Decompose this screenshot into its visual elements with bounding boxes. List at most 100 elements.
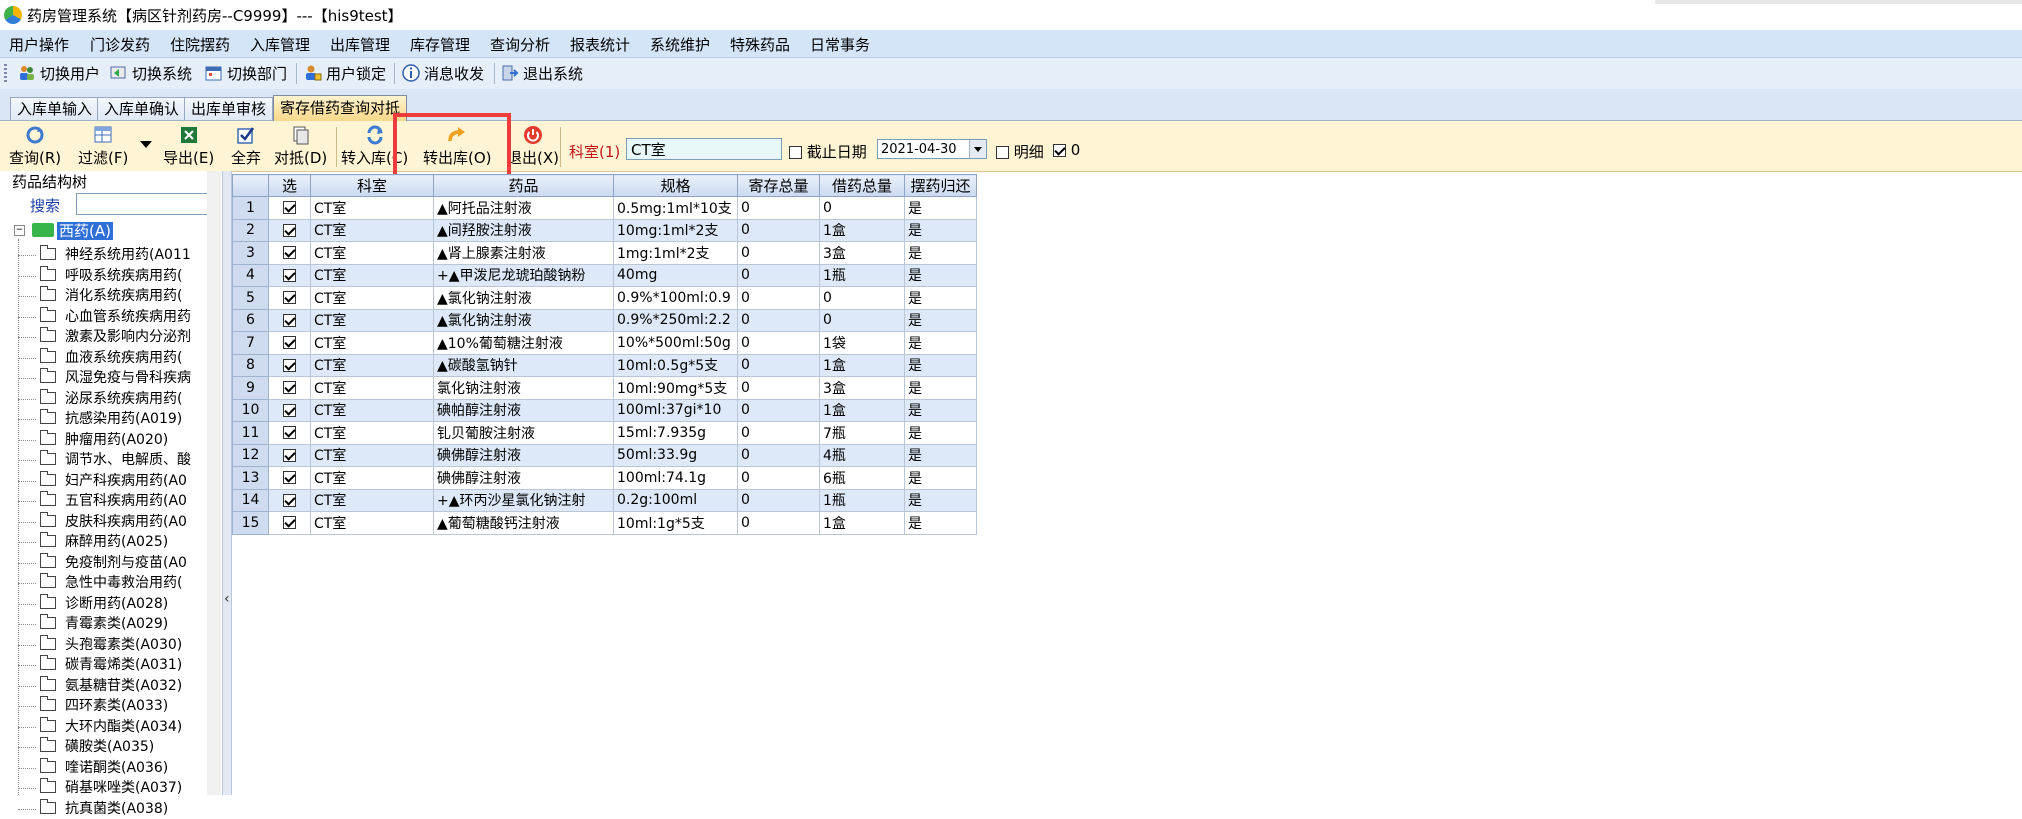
switch-department-button[interactable]: 切换部门 [205,62,287,84]
table-row[interactable]: 15 CT室 ▲葡萄糖酸钙注射液 10ml:1g*5支 0 1盒是 [232,511,977,535]
row-checkbox[interactable] [283,336,296,350]
tree-item[interactable]: 消化系统疾病用药( [40,286,182,306]
select-cell[interactable] [268,308,311,332]
borrow-total-header[interactable]: 借药总量 [819,174,905,197]
tab-inbound-entry[interactable]: 入库单输入 [10,97,100,120]
exit-button[interactable]: 退出(X) [507,125,559,169]
row-checkbox[interactable] [283,201,296,215]
panel-splitter[interactable]: ‹ [223,171,232,795]
tab-inbound-confirm[interactable]: 入库单确认 [97,97,187,120]
tree-item[interactable]: 风湿免疫与骨科疾病 [40,368,191,388]
menu-outpatient-dispense[interactable]: 门诊发药 [90,34,150,55]
user-lock-button[interactable]: 用户锁定 [304,62,386,84]
end-date-picker[interactable]: 2021-04-30 [877,139,987,159]
menu-daily-affairs[interactable]: 日常事务 [810,34,870,55]
dept-column-header[interactable]: 科室 [310,174,434,197]
tab-consignment-query[interactable]: 寄存借药查询对抵 [273,95,408,121]
table-row[interactable]: 12 CT室 碘佛醇注射液 50ml:33.9g 0 4瓶是 [232,443,977,467]
return-header[interactable]: 摆药归还 [904,174,977,197]
exit-system-button[interactable]: 退出系统 [501,62,583,84]
switch-system-button[interactable]: 切换系统 [110,62,192,84]
table-row[interactable]: 4 CT室 +▲甲泼尼龙琥珀酸钠粉 40mg 0 1瓶是 [232,263,977,287]
row-checkbox[interactable] [283,358,296,372]
zero-toggle[interactable]: 0 [1053,141,1080,159]
tree-item[interactable]: 泌尿系统疾病用药( [40,388,182,409]
table-row[interactable]: 8 CT室 ▲碳酸氢钠针 10ml:0.5g*5支 0 1盒是 [232,353,977,377]
select-cell[interactable] [268,218,311,242]
search-label[interactable]: 搜索 [30,195,60,216]
select-cell[interactable] [268,488,311,512]
row-checkbox[interactable] [283,493,296,507]
tree-item[interactable]: 呼吸系统疾病用药( [40,265,182,286]
select-cell[interactable] [268,196,311,220]
menu-inpatient-dispense[interactable]: 住院摆药 [170,34,230,55]
menu-reports[interactable]: 报表统计 [570,34,630,55]
menu-inventory[interactable]: 库存管理 [410,34,470,55]
spec-column-header[interactable]: 规格 [613,174,738,197]
tree-item[interactable]: 喹诺酮类(A036) [40,757,168,778]
tree-item[interactable]: 青霉素类(A029) [40,614,168,634]
select-cell[interactable] [268,376,311,400]
row-checkbox[interactable] [283,448,296,462]
filter-button[interactable]: 过滤(F) [78,125,128,169]
tree-item[interactable]: 急性中毒救治用药( [40,573,182,593]
row-checkbox[interactable] [283,268,296,282]
row-checkbox[interactable] [283,381,296,395]
collapse-arrow-icon[interactable]: ‹ [224,591,230,607]
tree-item[interactable]: 调节水、电解质、酸 [40,450,191,470]
select-cell[interactable] [268,466,311,490]
select-cell[interactable] [268,286,311,310]
row-checkbox[interactable] [283,403,296,417]
select-cell[interactable] [268,331,311,355]
tree-item[interactable]: 肿瘤用药(A020) [40,429,168,450]
select-cell[interactable] [268,241,311,265]
tree-item[interactable]: 大环内酯类(A034) [40,716,182,737]
toolbar-grip[interactable] [4,64,7,83]
tree-item[interactable]: 五官科疾病用药(A0 [40,491,187,511]
select-cell[interactable] [268,443,311,467]
export-button[interactable]: 导出(E) [163,125,214,169]
table-row[interactable]: 2 CT室 ▲间羟胺注射液 10mg:1ml*2支 0 1盒是 [232,218,977,242]
tree-item[interactable]: 抗感染用药(A019) [40,409,182,429]
tree-item[interactable]: 妇产科疾病用药(A0 [40,470,187,491]
end-date-checkbox[interactable] [789,146,802,159]
tree-item[interactable]: 氨基糖苷类(A032) [40,675,182,696]
tree-item[interactable]: 心血管系统疾病用药 [40,306,191,327]
row-checkbox[interactable] [283,426,296,440]
department-input[interactable]: CT室 [626,138,782,160]
tree-item[interactable]: 神经系统用药(A011 [40,245,191,265]
menu-query-analysis[interactable]: 查询分析 [490,34,550,55]
deposit-total-header[interactable]: 寄存总量 [737,174,820,197]
select-cell[interactable] [268,353,311,377]
row-checkbox[interactable] [283,223,296,237]
menu-special-drugs[interactable]: 特殊药品 [730,34,790,55]
tree-collapse-icon[interactable]: − [14,225,25,236]
tree-item[interactable]: 抗真菌类(A038) [40,798,168,819]
tree-item[interactable]: 诊断用药(A028) [40,593,168,614]
tree-item[interactable]: 磺胺类(A035) [40,737,154,757]
table-row[interactable]: 6 CT室 ▲氯化钠注射液 0.9%*250ml:2.2 0 0 是 [232,308,977,332]
table-row[interactable]: 11 CT室 钆贝葡胺注射液 15ml:7.935g 0 7瓶是 [232,421,977,445]
select-column-header[interactable]: 选 [268,174,311,197]
tree-item[interactable]: 碳青霉烯类(A031) [40,655,182,675]
table-row[interactable]: 13 CT室 碘佛醇注射液 100ml:74.1g 0 6瓶是 [232,466,977,490]
menu-user-ops[interactable]: 用户操作 [9,34,69,55]
tree-scrollbar[interactable] [207,171,221,795]
tree-item[interactable]: 四环素类(A033) [40,696,168,716]
messages-button[interactable]: 消息收发 [402,62,484,84]
row-checkbox[interactable] [283,313,296,327]
tab-outbound-review[interactable]: 出库单审核 [184,97,274,120]
table-row[interactable]: 1 CT室 ▲阿托品注射液 0.5mg:1ml*10支 0 0 是 [232,196,977,220]
select-cell[interactable] [268,398,311,422]
select-all-button[interactable]: 全弃 [231,125,261,169]
tree-root[interactable]: 西药(A) [57,222,113,240]
tree-item[interactable]: 麻醉用药(A025) [40,532,168,552]
row-checkbox[interactable] [283,471,296,485]
detail-toggle[interactable]: 明细 [996,141,1044,162]
table-row[interactable]: 5 CT室 ▲氯化钠注射液 0.9%*100ml:0.9 0 0 是 [232,286,977,310]
drug-column-header[interactable]: 药品 [433,174,614,197]
select-cell[interactable] [268,511,311,535]
date-dropdown-icon[interactable] [969,140,986,158]
query-button[interactable]: 查询(R) [9,125,61,169]
tree-item[interactable]: 激素及影响内分泌剂 [40,327,191,347]
